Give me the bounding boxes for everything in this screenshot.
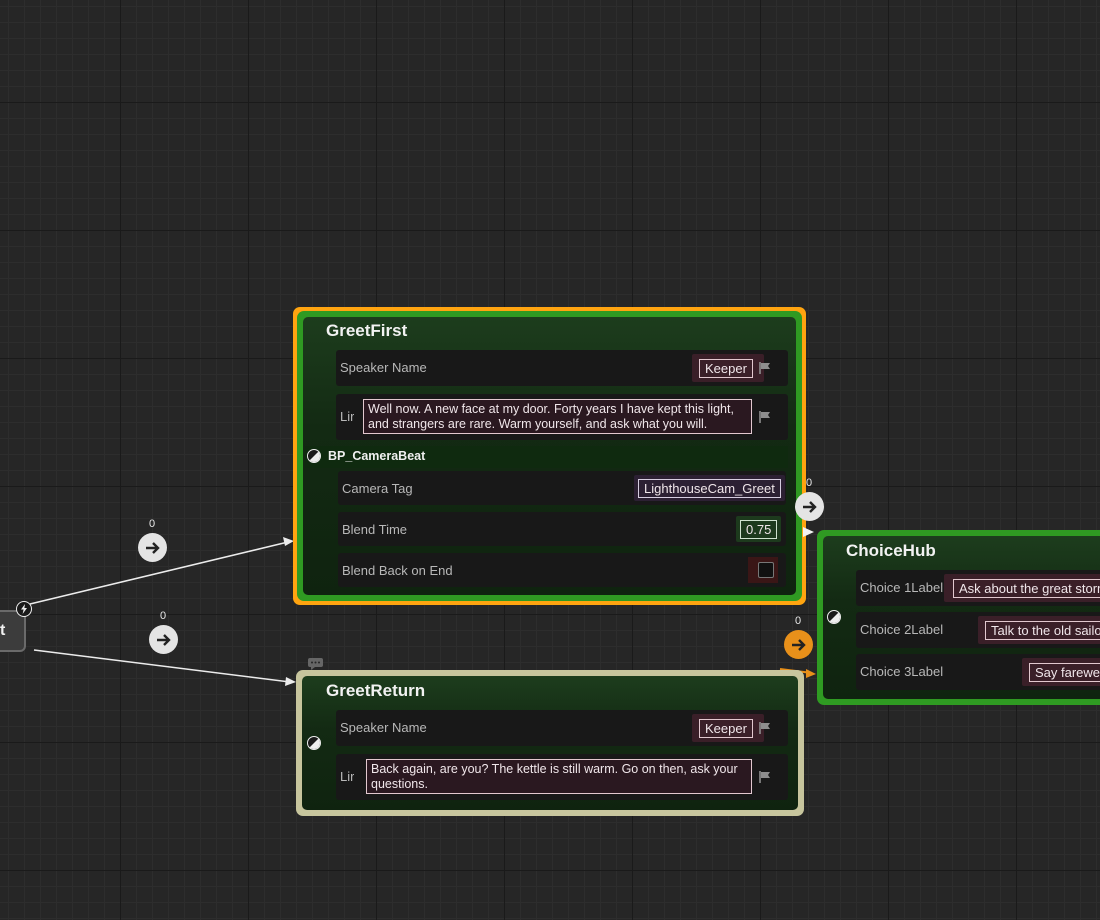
speaker-name-value[interactable]: Keeper <box>699 718 753 738</box>
arrow-right-icon[interactable] <box>784 630 813 659</box>
speaker-name-value[interactable]: Keeper <box>699 358 753 378</box>
wire-arrow-head <box>806 669 816 678</box>
half-circle-pin-icon[interactable] <box>827 610 841 624</box>
arrow-right-icon[interactable] <box>795 492 824 521</box>
camera-tag-row: Camera Tag LighthouseCam_Greet <box>338 471 786 505</box>
half-circle-pin-icon[interactable] <box>307 736 321 750</box>
choice-label: Choice 2Label <box>860 622 944 637</box>
flag-icon[interactable] <box>752 404 778 430</box>
camera-tag-value[interactable]: LighthouseCam_Greet <box>638 478 781 498</box>
choice-value-field[interactable]: Say farewell <box>1022 658 1100 686</box>
arrow-right-icon[interactable] <box>138 533 167 562</box>
camera-beat-header[interactable]: BP_CameraBeat <box>305 446 788 468</box>
line-row: Lir Well now. A new face at my door. For… <box>336 394 788 440</box>
blend-time-label: Blend Time <box>342 522 408 537</box>
half-circle-pin-icon[interactable] <box>307 449 321 463</box>
blend-back-checkbox[interactable] <box>758 562 774 578</box>
blend-back-label: Blend Back on End <box>342 563 453 578</box>
node-title: GreetFirst <box>326 321 408 340</box>
speaker-name-row: Speaker Name Keeper <box>336 710 788 746</box>
wire-arrow-head <box>285 677 296 686</box>
choice-value[interactable]: Say farewell <box>1029 662 1100 682</box>
exec-wire-greetreturn[interactable] <box>33 649 291 683</box>
speaker-name-row: Speaker Name Keeper <box>336 350 788 386</box>
node-title: ChoiceHub <box>846 541 936 560</box>
choicehub-in-count: 0 <box>795 615 802 627</box>
line-label: Lir <box>340 409 354 424</box>
comment-bubble-icon[interactable] <box>308 655 323 670</box>
node-title: GreetReturn <box>326 681 426 700</box>
line-row: Lir Back again, are you? The kettle is s… <box>336 754 788 800</box>
flag-icon[interactable] <box>752 764 778 790</box>
camera-tag-label: Camera Tag <box>342 481 413 496</box>
blend-time-value[interactable]: 0.75 <box>740 519 778 539</box>
flag-icon[interactable] <box>752 355 778 381</box>
bolt-icon[interactable] <box>16 601 32 617</box>
arrow-right-icon[interactable] <box>149 625 178 654</box>
line-label: Lir <box>340 769 354 784</box>
line-text-field[interactable]: Back again, are you? The kettle is still… <box>366 759 752 794</box>
blend-time-row: Blend Time 0.75 <box>338 512 786 546</box>
blend-back-row: Blend Back on End <box>338 553 786 587</box>
camera-tag-field[interactable]: LighthouseCam_Greet <box>634 475 785 501</box>
choice-value[interactable]: Talk to the old sailor <box>985 620 1100 640</box>
choice-value-field[interactable]: Ask about the great storm <box>944 574 1100 602</box>
choice-value[interactable]: Ask about the great storm <box>953 578 1100 598</box>
wire-count-top: 0 <box>149 518 156 530</box>
speaker-name-label: Speaker Name <box>340 360 427 375</box>
start-node-label: t <box>0 622 6 639</box>
greetfirst-out-count: 0 <box>806 477 813 489</box>
choice-value-field[interactable]: Talk to the old sailor <box>978 616 1100 644</box>
flag-icon[interactable] <box>752 715 778 741</box>
choice-label: Choice 3Label <box>860 664 944 679</box>
choice-row: Choice 2Label Talk to the old sailor <box>856 612 1100 648</box>
blend-time-field[interactable]: 0.75 <box>736 516 782 542</box>
line-text-field[interactable]: Well now. A new face at my door. Forty y… <box>363 399 752 434</box>
wire-count-bottom: 0 <box>160 610 167 622</box>
exec-triangle-icon[interactable] <box>803 526 815 538</box>
speaker-name-label: Speaker Name <box>340 720 427 735</box>
choice-label: Choice 1Label <box>860 580 944 595</box>
camera-beat-title: BP_CameraBeat <box>328 449 426 463</box>
choice-row: Choice 3Label Say farewell <box>856 654 1100 690</box>
choice-row: Choice 1Label Ask about the great storm <box>856 570 1100 606</box>
